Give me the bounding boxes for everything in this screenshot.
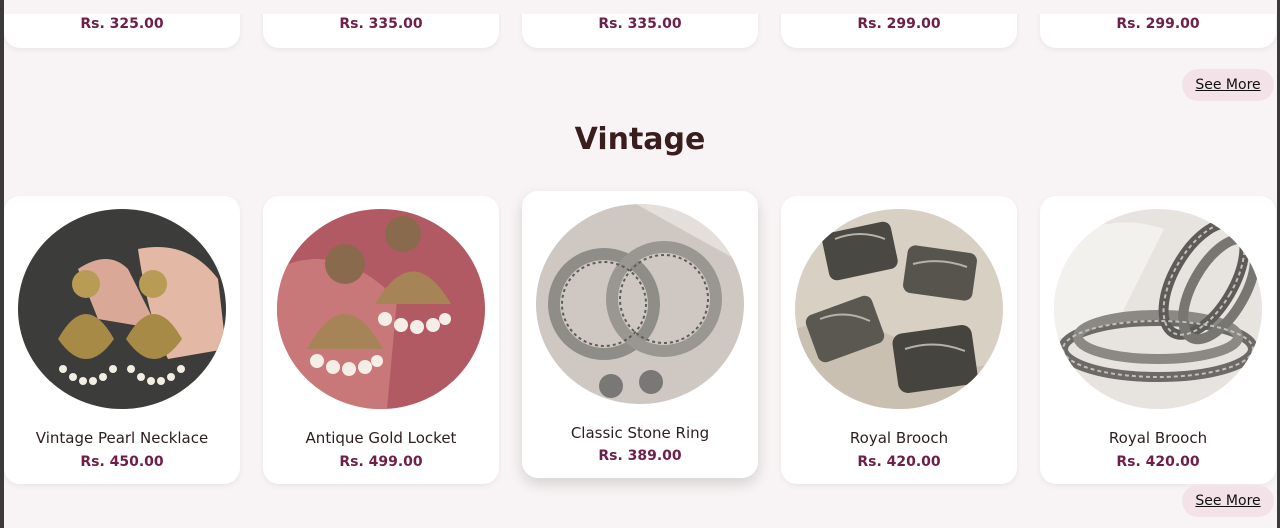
see-more-button[interactable]: See More — [1182, 69, 1274, 101]
product-card[interactable]: Royal Brooch Rs. 420.00 — [1040, 196, 1276, 484]
product-image[interactable] — [795, 209, 1003, 409]
product-name[interactable]: Royal Brooch — [781, 429, 1017, 447]
section-title: Vintage — [574, 122, 706, 157]
product-image[interactable] — [18, 209, 226, 409]
product-image[interactable] — [1054, 209, 1262, 409]
product-name[interactable]: Antique Gold Locket — [263, 429, 499, 447]
product-image[interactable] — [536, 204, 744, 404]
product-name[interactable]: Royal Brooch — [1040, 429, 1276, 447]
product-price: Rs. 450.00 — [80, 454, 164, 470]
product-card[interactable]: Royal Brooch Rs. 420.00 — [781, 196, 1017, 484]
product-name[interactable]: Classic Stone Ring — [522, 424, 758, 442]
product-name[interactable]: Vintage Pearl Necklace — [4, 429, 240, 447]
product-card[interactable]: Vintage Pearl Necklace Rs. 450.00 — [4, 196, 240, 484]
product-price: Rs. 420.00 — [857, 454, 941, 470]
product-price: Rs. 299.00 — [857, 16, 941, 32]
product-price: Rs. 420.00 — [1116, 454, 1200, 470]
product-price: Rs. 299.00 — [1116, 16, 1200, 32]
product-price: Rs. 499.00 — [339, 454, 423, 470]
product-price: Rs. 335.00 — [339, 16, 423, 32]
product-price: Rs. 325.00 — [80, 16, 164, 32]
product-image[interactable] — [277, 209, 485, 409]
window-edge-left — [0, 0, 4, 528]
product-price: Rs. 389.00 — [598, 448, 682, 464]
product-card[interactable]: Antique Gold Locket Rs. 499.00 — [263, 196, 499, 484]
see-more-button[interactable]: See More — [1182, 485, 1274, 517]
product-price: Rs. 335.00 — [598, 16, 682, 32]
product-card[interactable]: Classic Stone Ring Rs. 389.00 — [522, 191, 758, 478]
top-edge — [0, 0, 1280, 14]
